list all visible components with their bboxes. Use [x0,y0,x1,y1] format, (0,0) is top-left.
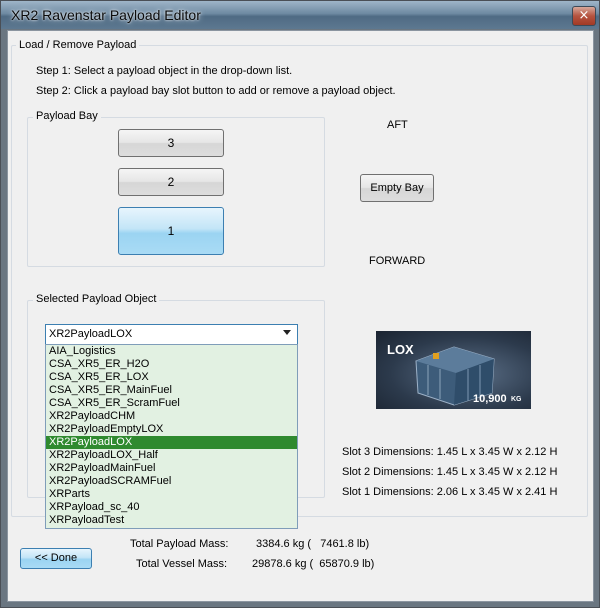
selected-payload-group-label: Selected Payload Object [33,293,160,305]
list-item[interactable]: CSA_XR5_ER_H2O [46,358,297,371]
slot-2-dimensions: Slot 2 Dimensions: 1.45 L x 3.45 W x 2.1… [342,466,558,478]
slot-3-button[interactable]: 3 [118,129,224,157]
list-item-selected[interactable]: XR2PayloadLOX [46,436,297,449]
thumbnail-mass-unit: KG [511,396,522,403]
payload-combobox[interactable]: XR2PayloadLOX [45,324,298,345]
list-item[interactable]: XR2PayloadEmptyLOX [46,423,297,436]
total-payload-mass-value: 3384.6 kg ( 7461.8 lb) [256,538,370,550]
thumbnail-mass-value: 10,900 [473,393,507,405]
payload-thumbnail: LOX 10,900 KG [376,331,531,409]
empty-bay-button[interactable]: Empty Bay [360,174,434,202]
total-vessel-mass-value: 29878.6 kg ( 65870.9 lb) [252,558,375,570]
title-bar[interactable]: XR2 Ravenstar Payload Editor × [1,1,599,29]
list-item[interactable]: XR2PayloadLOX_Half [46,449,297,462]
list-item[interactable]: XRPayloadTest [46,514,297,527]
close-button[interactable]: × [572,6,596,26]
total-vessel-mass-label: Total Vessel Mass: [136,558,228,570]
load-remove-group-label: Load / Remove Payload [16,39,140,51]
list-item[interactable]: XR2PayloadSCRAMFuel [46,475,297,488]
slot-1-button[interactable]: 1 [118,207,224,255]
list-item[interactable]: CSA_XR5_ER_LOX [46,371,297,384]
slot-1-dimensions: Slot 1 Dimensions: 2.06 L x 3.45 W x 2.4… [342,486,558,498]
payload-combobox-value: XR2PayloadLOX [49,328,133,340]
list-item[interactable]: CSA_XR5_ER_ScramFuel [46,397,297,410]
forward-label: FORWARD [369,255,426,267]
list-item[interactable]: CSA_XR5_ER_MainFuel [46,384,297,397]
slot-3-dimensions: Slot 3 Dimensions: 1.45 L x 3.45 W x 2.1… [342,446,558,458]
thumbnail-title: LOX [387,342,414,357]
list-item[interactable]: AIA_Logistics [46,345,297,358]
window-title: XR2 Ravenstar Payload Editor [11,7,201,23]
step2-text: Step 2: Click a payload bay slot button … [36,85,396,97]
list-item[interactable]: XR2PayloadCHM [46,410,297,423]
chevron-down-icon[interactable] [283,330,291,335]
done-button[interactable]: << Done [20,548,92,569]
step1-text: Step 1: Select a payload object in the d… [36,65,293,77]
slot-2-button[interactable]: 2 [118,168,224,196]
list-item[interactable]: XRParts [46,488,297,501]
list-item[interactable]: XRPayload_sc_40 [46,501,297,514]
payload-bay-group-label: Payload Bay [33,110,101,122]
aft-label: AFT [387,119,408,131]
total-payload-mass-label: Total Payload Mass: [130,538,229,550]
payload-dropdown-list[interactable]: AIA_Logistics CSA_XR5_ER_H2O CSA_XR5_ER_… [45,344,298,529]
list-item[interactable]: XR2PayloadMainFuel [46,462,297,475]
